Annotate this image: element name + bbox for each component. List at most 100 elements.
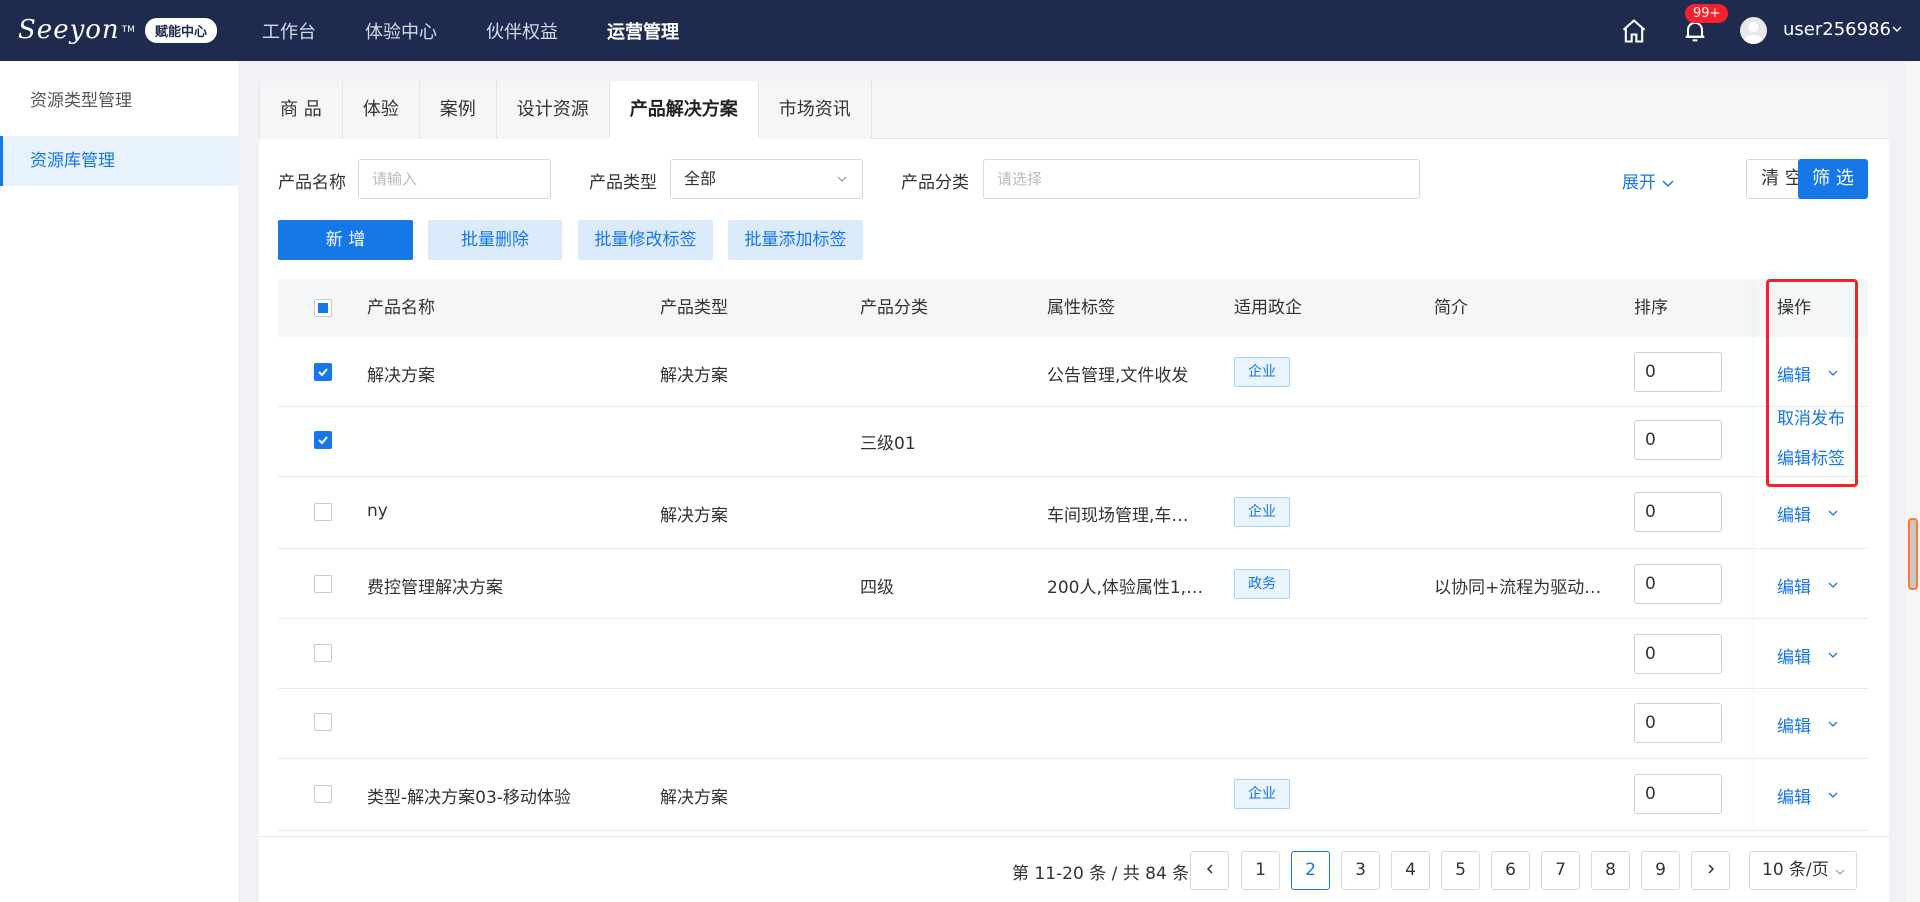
row-checkbox[interactable] bbox=[314, 644, 332, 662]
page-button[interactable]: 5 bbox=[1441, 851, 1480, 890]
page-button[interactable]: 8 bbox=[1591, 851, 1630, 890]
header-product-type: 产品类型 bbox=[660, 298, 728, 318]
table-row: 0 编辑 bbox=[278, 689, 1868, 759]
tab-market-news[interactable]: 市场资讯 bbox=[758, 81, 872, 139]
cell-product-category: 四级 bbox=[860, 578, 894, 598]
filter-button[interactable]: 筛 选 bbox=[1798, 159, 1868, 199]
cell-product-name: 费控管理解决方案 bbox=[367, 578, 503, 598]
home-icon[interactable] bbox=[1620, 17, 1648, 45]
edit-link[interactable]: 编辑 bbox=[1777, 643, 1811, 668]
next-page-button[interactable] bbox=[1691, 851, 1730, 890]
scrollbar-thumb[interactable] bbox=[1908, 518, 1918, 590]
nav-item-operations[interactable]: 运营管理 bbox=[607, 18, 679, 44]
product-table: 产品名称 产品类型 产品分类 属性标签 适用政企 简介 排序 操作 解决方案 解… bbox=[278, 279, 1868, 902]
nav-item-experience[interactable]: 体验中心 bbox=[365, 18, 437, 44]
sort-input[interactable]: 0 bbox=[1634, 420, 1722, 460]
tab-products[interactable]: 商 品 bbox=[259, 81, 343, 139]
cell-product-type: 解决方案 bbox=[660, 506, 728, 526]
row-checkbox[interactable] bbox=[314, 503, 332, 521]
page-size-select[interactable]: 10 条/页 bbox=[1749, 851, 1857, 890]
product-category-label: 产品分类 bbox=[901, 173, 969, 193]
cell-product-category: 三级01 bbox=[860, 434, 916, 454]
page-button-current[interactable]: 2 bbox=[1291, 851, 1330, 890]
chevron-down-icon[interactable] bbox=[1827, 579, 1839, 591]
product-type-select[interactable]: 全部 bbox=[670, 159, 863, 199]
product-type-label: 产品类型 bbox=[589, 173, 657, 193]
page-button[interactable]: 7 bbox=[1541, 851, 1580, 890]
page-button[interactable]: 6 bbox=[1491, 851, 1530, 890]
chevron-down-icon[interactable] bbox=[1827, 649, 1839, 661]
prev-page-button[interactable] bbox=[1190, 851, 1229, 890]
scope-tag: 企业 bbox=[1234, 779, 1290, 809]
sort-input[interactable]: 0 bbox=[1634, 774, 1722, 814]
cell-attribute-tags: 公告管理,文件收发 bbox=[1047, 366, 1189, 386]
sort-input[interactable]: 0 bbox=[1634, 352, 1722, 392]
edit-link[interactable]: 编辑 bbox=[1777, 783, 1811, 808]
table-row: 费控管理解决方案 四级 200人,体验属性1,体验属性2 政务 以协同+流程为驱… bbox=[278, 549, 1868, 619]
table-row: 三级01 0 取消发布 编辑标签 bbox=[278, 407, 1868, 477]
expand-button[interactable]: 展开 bbox=[1622, 168, 1675, 193]
tab-product-solutions[interactable]: 产品解决方案 bbox=[609, 81, 759, 139]
cell-attribute-tags: 车间现场管理,车间现场管理 bbox=[1047, 506, 1197, 526]
product-name-input[interactable] bbox=[358, 159, 551, 199]
chevron-down-icon[interactable] bbox=[1827, 718, 1839, 730]
page-button[interactable]: 1 bbox=[1241, 851, 1280, 890]
logo-trademark: TM bbox=[121, 25, 135, 35]
tab-cases[interactable]: 案例 bbox=[419, 81, 497, 139]
logo-badge: 赋能中心 bbox=[144, 17, 217, 43]
header-product-name: 产品名称 bbox=[367, 298, 435, 318]
avatar[interactable] bbox=[1740, 17, 1767, 44]
cell-product-name: 类型-解决方案03-移动体验 bbox=[367, 788, 571, 808]
expand-label: 展开 bbox=[1622, 173, 1656, 193]
chevron-down-icon[interactable] bbox=[1890, 22, 1904, 36]
logo-text: Seeyon bbox=[18, 15, 120, 45]
chevron-down-icon[interactable] bbox=[1827, 507, 1839, 519]
batch-delete-button[interactable]: 批量删除 bbox=[428, 220, 562, 260]
product-category-input[interactable] bbox=[983, 159, 1420, 199]
table-row: 类型-解决方案03-移动体验 解决方案 企业 0 编辑 bbox=[278, 759, 1868, 831]
highlight-box bbox=[1766, 279, 1858, 487]
row-checkbox[interactable] bbox=[314, 713, 332, 731]
add-button[interactable]: 新 增 bbox=[278, 220, 413, 260]
table-row: 解决方案 解决方案 公告管理,文件收发 企业 0 编辑 bbox=[278, 337, 1868, 407]
sort-input[interactable]: 0 bbox=[1634, 492, 1722, 532]
edit-link[interactable]: 编辑 bbox=[1777, 501, 1811, 526]
row-checkbox[interactable] bbox=[314, 363, 332, 381]
edit-link[interactable]: 编辑 bbox=[1777, 573, 1811, 598]
chevron-down-icon[interactable] bbox=[1827, 789, 1839, 801]
row-checkbox[interactable] bbox=[314, 431, 332, 449]
sort-input[interactable]: 0 bbox=[1634, 703, 1722, 743]
edit-link[interactable]: 编辑 bbox=[1777, 712, 1811, 737]
table-row: ny 解决方案 车间现场管理,车间现场管理 企业 0 编辑 bbox=[278, 477, 1868, 549]
select-all-checkbox[interactable] bbox=[314, 299, 332, 317]
sort-input[interactable]: 0 bbox=[1634, 564, 1722, 604]
chevron-down-icon bbox=[1835, 869, 1845, 875]
batch-edit-tags-button[interactable]: 批量修改标签 bbox=[578, 220, 713, 260]
sidebar: 资源类型管理 资源库管理 bbox=[0, 61, 238, 902]
username[interactable]: user256986 bbox=[1783, 19, 1891, 40]
page-button[interactable]: 4 bbox=[1391, 851, 1430, 890]
cell-product-name: 解决方案 bbox=[367, 366, 435, 386]
tab-design-resources[interactable]: 设计资源 bbox=[496, 81, 610, 139]
scrollbar-track[interactable] bbox=[1906, 61, 1920, 902]
tab-experience[interactable]: 体验 bbox=[342, 81, 420, 139]
seeyon-logo[interactable]: Seeyon TM 赋能中心 bbox=[18, 14, 217, 46]
page-button[interactable]: 9 bbox=[1641, 851, 1680, 890]
nav-item-partner-benefits[interactable]: 伙伴权益 bbox=[486, 18, 558, 44]
page-button[interactable]: 3 bbox=[1341, 851, 1380, 890]
sidebar-item-resource-library[interactable]: 资源库管理 bbox=[0, 136, 238, 186]
tab-bar: 商 品 体验 案例 设计资源 产品解决方案 市场资讯 bbox=[259, 81, 1889, 139]
cell-product-name: ny bbox=[367, 501, 388, 521]
sidebar-item-resource-types[interactable]: 资源类型管理 bbox=[0, 76, 238, 126]
notification-badge: 99+ bbox=[1685, 4, 1729, 23]
sort-input[interactable]: 0 bbox=[1634, 634, 1722, 674]
header-intro: 简介 bbox=[1434, 298, 1468, 318]
nav-item-workbench[interactable]: 工作台 bbox=[262, 18, 316, 44]
batch-add-tags-button[interactable]: 批量添加标签 bbox=[728, 220, 863, 260]
header-product-category: 产品分类 bbox=[860, 298, 928, 318]
header-scope: 适用政企 bbox=[1234, 298, 1302, 318]
product-type-value: 全部 bbox=[684, 169, 717, 188]
table-header: 产品名称 产品类型 产品分类 属性标签 适用政企 简介 排序 操作 bbox=[278, 279, 1868, 337]
row-checkbox[interactable] bbox=[314, 785, 332, 803]
row-checkbox[interactable] bbox=[314, 575, 332, 593]
